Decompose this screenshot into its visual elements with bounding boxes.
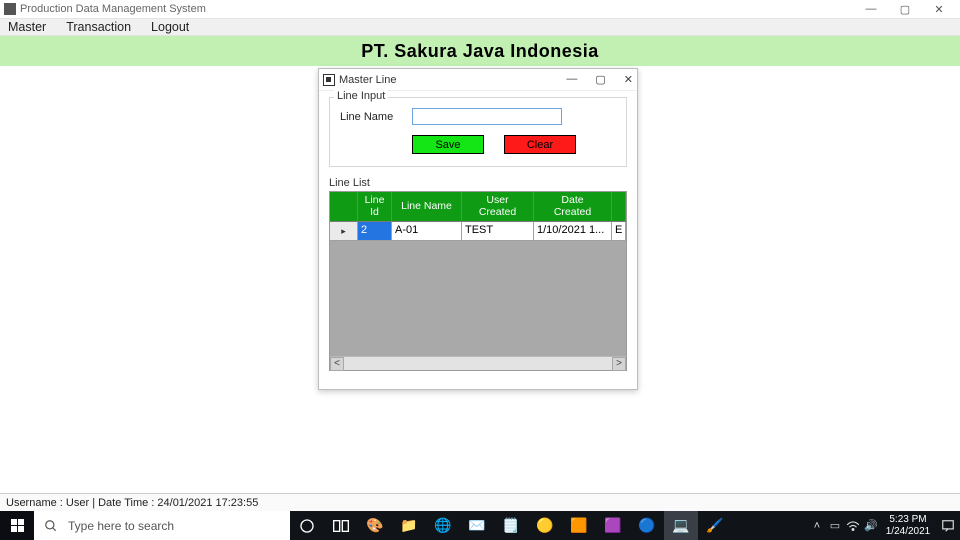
minimize-button[interactable]: —: [854, 0, 888, 18]
mdi-client-area: Master Line — ▢ ✕ Line Input Line Name S…: [0, 66, 960, 493]
app-teamviewer-icon[interactable]: 🔵: [630, 511, 664, 540]
menu-logout[interactable]: Logout: [151, 20, 189, 34]
master-line-window: Master Line — ▢ ✕ Line Input Line Name S…: [318, 68, 638, 390]
child-maximize-button[interactable]: ▢: [595, 73, 605, 86]
line-name-input[interactable]: [412, 108, 562, 125]
menu-transaction[interactable]: Transaction: [66, 20, 131, 34]
app-xampp-icon[interactable]: 🟧: [562, 511, 596, 540]
clock-time: 5:23 PM: [884, 514, 932, 526]
app-icon: [4, 3, 16, 15]
search-icon: [44, 519, 58, 533]
app-vs-icon[interactable]: 🟪: [596, 511, 630, 540]
line-list-label: Line List: [329, 177, 627, 189]
child-window-icon: [323, 74, 335, 86]
cortana-icon[interactable]: [290, 511, 324, 540]
menu-master[interactable]: Master: [8, 20, 46, 34]
main-titlebar: Production Data Management System — ▢ ✕: [0, 0, 960, 18]
col-extra[interactable]: [612, 192, 626, 222]
tray-volume-icon[interactable]: 🔊: [862, 511, 880, 540]
main-window: Production Data Management System — ▢ ✕ …: [0, 0, 960, 511]
app-chrome-icon[interactable]: 🟡: [528, 511, 562, 540]
tray-overflow-icon[interactable]: ˄: [808, 511, 826, 540]
app-paint2-icon[interactable]: 🖌️: [698, 511, 732, 540]
grid-header: Line Id Line Name User Created Date Crea…: [330, 192, 626, 222]
notification-center-icon[interactable]: [936, 511, 960, 540]
button-row: Save Clear: [412, 135, 616, 154]
fieldset-legend: Line Input: [334, 90, 388, 102]
cell-extra[interactable]: E: [612, 222, 626, 241]
app-title: Production Data Management System: [20, 3, 206, 15]
clear-button[interactable]: Clear: [504, 135, 576, 154]
child-close-button[interactable]: ✕: [624, 73, 633, 86]
taskbar-search[interactable]: Type here to search: [34, 511, 290, 540]
grid-header-selector[interactable]: [330, 192, 358, 222]
app-current-icon[interactable]: 💻: [664, 511, 698, 540]
company-name: PT. Sakura Java Indonesia: [361, 41, 599, 62]
statusbar: Username : User | Date Time : 24/01/2021…: [0, 493, 960, 511]
child-body: Line Input Line Name Save Clear Line Lis…: [319, 91, 637, 381]
tray-battery-icon[interactable]: ▭: [826, 511, 844, 540]
taskbar-apps: 🎨 📁 🌐 ✉️ 🗒️ 🟡 🟧 🟪 🔵 💻 🖌️: [290, 511, 732, 540]
close-button[interactable]: ✕: [922, 0, 956, 18]
app-notes-icon[interactable]: 🗒️: [494, 511, 528, 540]
search-placeholder: Type here to search: [68, 519, 174, 533]
app-explorer-icon[interactable]: 📁: [392, 511, 426, 540]
menubar: Master Transaction Logout: [0, 18, 960, 36]
save-button[interactable]: Save: [412, 135, 484, 154]
table-row[interactable]: 2 A-01 TEST 1/10/2021 1... E: [330, 222, 626, 241]
col-line-name[interactable]: Line Name: [392, 192, 462, 222]
cell-line-name[interactable]: A-01: [392, 222, 462, 241]
row-indicator-icon: [330, 222, 358, 241]
child-minimize-button[interactable]: —: [566, 73, 577, 86]
cell-line-id[interactable]: 2: [358, 222, 392, 241]
line-name-label: Line Name: [340, 111, 398, 123]
maximize-button[interactable]: ▢: [888, 0, 922, 18]
system-tray: ˄ ▭ 🔊 5:23 PM 1/24/2021: [808, 511, 960, 540]
status-text: Username : User | Date Time : 24/01/2021…: [6, 497, 258, 509]
app-outlook-icon[interactable]: ✉️: [460, 511, 494, 540]
cell-user-created[interactable]: TEST: [462, 222, 534, 241]
app-paint-icon[interactable]: 🎨: [358, 511, 392, 540]
company-banner: PT. Sakura Java Indonesia: [0, 36, 960, 66]
scroll-left-button[interactable]: <: [330, 357, 344, 371]
child-window-controls: — ▢ ✕: [566, 73, 633, 86]
app-edge-icon[interactable]: 🌐: [426, 511, 460, 540]
line-list-grid: Line Id Line Name User Created Date Crea…: [329, 191, 627, 371]
child-title-text: Master Line: [339, 74, 396, 86]
windows-logo-icon: [11, 519, 24, 532]
col-date-created[interactable]: Date Created: [534, 192, 612, 222]
task-view-icon[interactable]: [324, 511, 358, 540]
taskbar: Type here to search 🎨 📁 🌐 ✉️ 🗒️ 🟡 🟧 🟪 🔵 …: [0, 511, 960, 540]
child-titlebar[interactable]: Master Line — ▢ ✕: [319, 69, 637, 91]
scroll-right-button[interactable]: >: [612, 357, 626, 371]
start-button[interactable]: [0, 511, 34, 540]
line-input-fieldset: Line Input Line Name Save Clear: [329, 97, 627, 167]
col-line-id[interactable]: Line Id: [358, 192, 392, 222]
tray-wifi-icon[interactable]: [844, 511, 862, 540]
taskbar-clock[interactable]: 5:23 PM 1/24/2021: [880, 512, 936, 540]
clock-date: 1/24/2021: [884, 526, 932, 538]
grid-scrollbar[interactable]: < >: [330, 356, 626, 370]
cell-date-created[interactable]: 1/10/2021 1...: [534, 222, 612, 241]
col-user-created[interactable]: User Created: [462, 192, 534, 222]
line-name-row: Line Name: [340, 108, 616, 125]
window-controls: — ▢ ✕: [854, 0, 956, 18]
